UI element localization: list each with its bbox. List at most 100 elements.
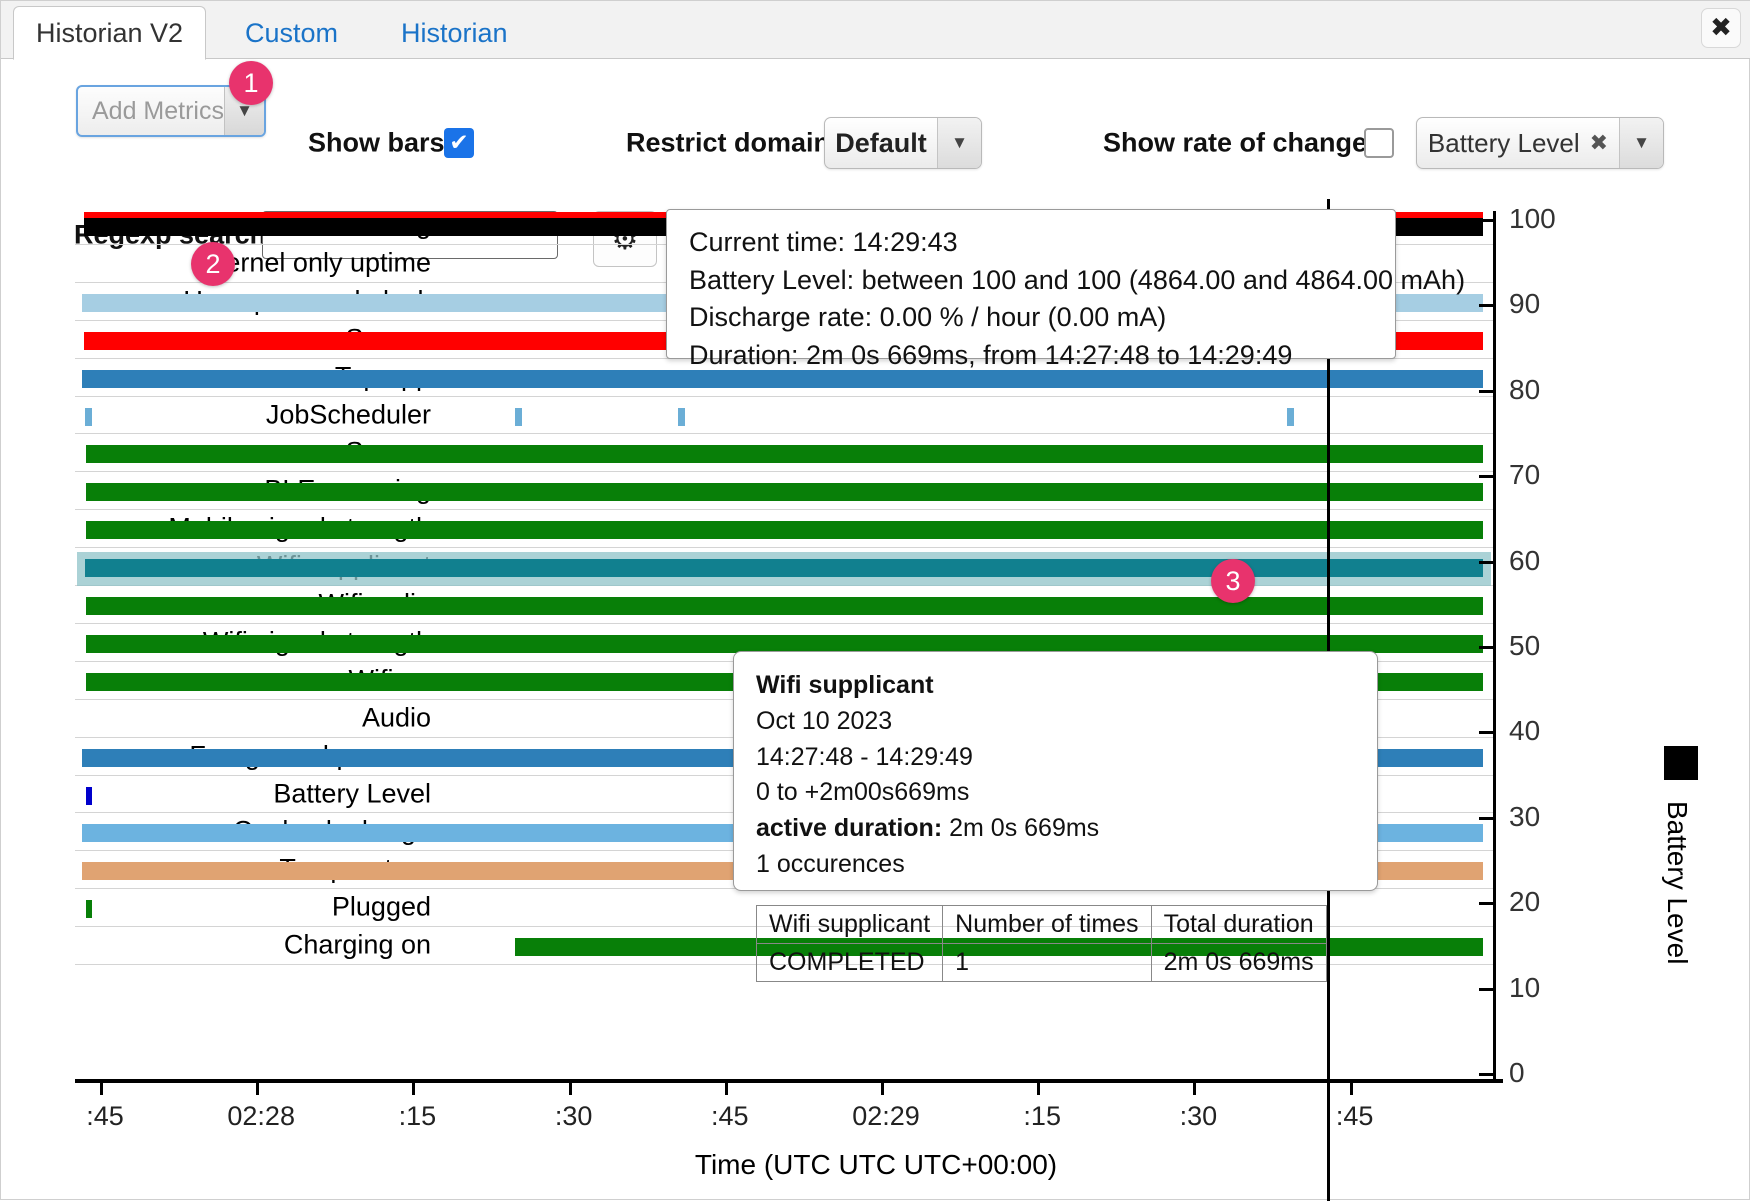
annotation-badge: 1 — [229, 61, 273, 105]
x-tick-label: :15 — [399, 1101, 437, 1132]
y-tick — [1479, 219, 1493, 222]
detail-tooltip-table: Wifi supplicantNumber of timesTotal dura… — [756, 905, 1327, 982]
legend-swatch-battery-level — [1664, 746, 1698, 780]
y-tick — [1479, 475, 1493, 478]
tab-historian[interactable]: Historian — [379, 7, 530, 59]
tooltip-line: Discharge rate: 0.00 % / hour (0.00 mA) — [689, 299, 1373, 337]
bar-segment[interactable] — [515, 408, 522, 426]
y-axis-line — [1493, 211, 1496, 1079]
y-tick-label: 10 — [1509, 972, 1540, 1004]
restrict-domain-label: Restrict domain — [626, 128, 830, 159]
y-tick-label: 80 — [1509, 374, 1540, 406]
table-cell: 2m 0s 669ms — [1151, 943, 1326, 981]
detail-tooltip-title: Wifi supplicant — [756, 668, 1355, 704]
tab-label: Historian — [401, 18, 508, 49]
y-tick — [1479, 646, 1493, 649]
x-tick-label: :30 — [555, 1101, 593, 1132]
historian-window: Historian V2 Custom Historian ✖ Add Metr… — [0, 0, 1750, 1200]
table-row: COMPLETED12m 0s 669ms — [757, 943, 1327, 981]
metric-chip-select[interactable]: Battery Level ✖ ▼ — [1416, 117, 1664, 169]
table-header-row: Wifi supplicantNumber of timesTotal dura… — [757, 905, 1327, 943]
x-tick-label: 02:28 — [227, 1101, 295, 1132]
table-header-cell: Number of times — [943, 905, 1151, 943]
bar-segment[interactable] — [86, 900, 92, 918]
tab-bar: Historian V2 Custom Historian ✖ — [1, 1, 1750, 59]
y-tick — [1479, 902, 1493, 905]
x-tick — [1037, 1079, 1040, 1095]
y-axis-title: Battery Level — [1661, 801, 1693, 964]
x-tick-label: :45 — [711, 1101, 749, 1132]
x-tick — [256, 1079, 259, 1095]
x-tick — [725, 1079, 728, 1095]
show-bars-checkbox[interactable]: ✔ — [444, 128, 474, 158]
gridline — [75, 433, 1493, 434]
metric-chip-label: Battery Level — [1428, 128, 1580, 159]
restrict-domain-value: Default — [825, 118, 937, 168]
bar-segment[interactable] — [86, 445, 1483, 463]
table-header-cell: Wifi supplicant — [757, 905, 943, 943]
bar-segment[interactable] — [1287, 408, 1294, 426]
restrict-domain-select[interactable]: Default ▼ — [824, 117, 982, 169]
y-tick — [1479, 561, 1493, 564]
x-tick — [100, 1079, 103, 1095]
bar-segment[interactable] — [86, 521, 1483, 539]
x-tick-label: 02:29 — [852, 1101, 920, 1132]
table-cell: 1 — [943, 943, 1151, 981]
bar-segment[interactable] — [86, 787, 92, 805]
detail-tooltip-active-duration: active duration: 2m 0s 669ms — [756, 811, 1355, 847]
x-tick — [1193, 1079, 1196, 1095]
x-tick-label: :30 — [1180, 1101, 1218, 1132]
tab-custom[interactable]: Custom — [223, 7, 360, 59]
y-tick — [1479, 1073, 1493, 1076]
x-tick-label: :15 — [1023, 1101, 1061, 1132]
y-tick — [1479, 390, 1493, 393]
detail-tooltip-time-range: 14:27:48 - 14:29:49 — [756, 740, 1355, 776]
x-tick — [881, 1079, 884, 1095]
y-axis: 1009080706050403020100 — [1493, 211, 1499, 1079]
annotation-badge: 3 — [1211, 559, 1255, 603]
bar-segment[interactable] — [85, 408, 92, 426]
bar-segment[interactable] — [85, 559, 1483, 577]
table-cell: COMPLETED — [757, 943, 943, 981]
gridline — [75, 547, 1493, 548]
check-icon: ✔ — [449, 132, 468, 155]
tooltip-line: Duration: 2m 0s 669ms, from 14:27:48 to … — [689, 337, 1373, 375]
tooltip-line: Battery Level: between 100 and 100 (4864… — [689, 262, 1373, 300]
tab-historian-v2[interactable]: Historian V2 — [13, 6, 206, 60]
tooltip-line: Current time: 14:29:43 — [689, 224, 1373, 262]
x-tick — [1350, 1079, 1353, 1095]
active-duration-label: active duration: — [756, 814, 942, 842]
show-rate-of-change-label: Show rate of change — [1103, 128, 1367, 159]
table-header-cell: Total duration — [1151, 905, 1326, 943]
bar-segment[interactable] — [86, 597, 1483, 615]
y-tick-label: 50 — [1509, 630, 1540, 662]
gridline — [75, 396, 1493, 397]
x-tick — [412, 1079, 415, 1095]
active-duration-value: 2m 0s 669ms — [949, 814, 1099, 842]
bar-segment[interactable] — [86, 483, 1483, 501]
detail-tooltip-date: Oct 10 2023 — [756, 704, 1355, 740]
chevron-glyph: ▼ — [1633, 133, 1650, 153]
detail-tooltip: Wifi supplicant Oct 10 2023 14:27:48 - 1… — [733, 651, 1378, 891]
x-tick — [569, 1079, 572, 1095]
gridline — [75, 471, 1493, 472]
detail-tooltip-occurrences: 1 occurences — [756, 847, 1355, 883]
remove-metric-icon[interactable]: ✖ — [1590, 131, 1608, 156]
bar-segment[interactable] — [678, 408, 685, 426]
detail-tooltip-offset-range: 0 to +2m00s669ms — [756, 775, 1355, 811]
gridline — [75, 623, 1493, 624]
metric-chip: Battery Level ✖ — [1417, 118, 1619, 168]
show-rate-of-change-checkbox[interactable] — [1364, 128, 1394, 158]
tab-label: Custom — [245, 18, 338, 49]
y-tick-label: 100 — [1509, 203, 1556, 235]
y-tick-label: 20 — [1509, 886, 1540, 918]
y-tick-label: 70 — [1509, 459, 1540, 491]
x-axis-title: Time (UTC UTC UTC+00:00) — [1, 1149, 1750, 1181]
close-icon[interactable]: ✖ — [1701, 8, 1741, 48]
x-tick-label: :45 — [1336, 1101, 1374, 1132]
y-tick — [1479, 988, 1493, 991]
show-bars-label: Show bars — [308, 128, 445, 159]
chevron-down-icon: ▼ — [1619, 118, 1663, 168]
close-glyph: ✖ — [1710, 13, 1732, 43]
x-axis-line — [75, 1079, 1503, 1083]
